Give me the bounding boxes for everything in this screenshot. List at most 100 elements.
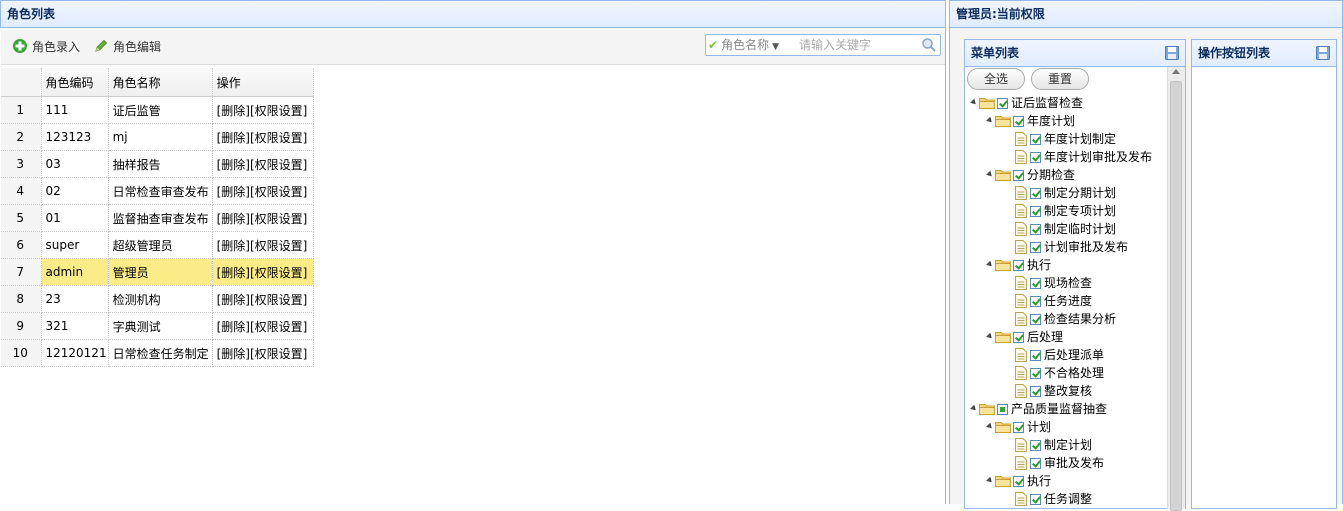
table-row[interactable]: 10 12120121 日常检查任务制定 [删除][权限设置] — [1, 339, 314, 367]
delete-link[interactable]: [删除] — [217, 320, 250, 334]
tree-leaf-node[interactable]: 年度计划审批及发布 — [1015, 148, 1152, 166]
tree-checkbox[interactable] — [1013, 332, 1024, 343]
tree-leaf-node[interactable]: 整改复核 — [1015, 382, 1092, 400]
tree-leaf-node[interactable]: 制定临时计划 — [1015, 220, 1116, 238]
tree-leaf-node[interactable]: 制定专项计划 — [1015, 202, 1116, 220]
tree-leaf-node[interactable]: 年度计划制定 — [1015, 130, 1116, 148]
scrollbar-thumb[interactable] — [1170, 81, 1182, 511]
save-icon[interactable] — [1165, 46, 1179, 60]
tree-checkbox[interactable] — [1030, 134, 1041, 145]
tree-checkbox[interactable] — [1030, 386, 1041, 397]
permission-settings-link[interactable]: [权限设置] — [250, 104, 307, 118]
tree-folder-node[interactable]: 执行 — [985, 256, 1051, 274]
tree-checkbox[interactable] — [1030, 188, 1041, 199]
delete-link[interactable]: [删除] — [217, 266, 250, 280]
table-row[interactable]: 8 23 检测机构 [删除][权限设置] — [1, 285, 314, 313]
tree-checkbox[interactable] — [1030, 350, 1041, 361]
permission-settings-link[interactable]: [权限设置] — [250, 266, 307, 280]
tree-folder-node[interactable]: 产品质量监督抽查 — [969, 400, 1107, 418]
tree-leaf-node[interactable]: 后处理派单 — [1015, 346, 1104, 364]
tree-leaf-node[interactable]: 任务进度 — [1015, 292, 1092, 310]
tree-leaf-node[interactable]: 制定计划 — [1015, 436, 1092, 454]
table-row[interactable]: 7 admin 管理员 [删除][权限设置] — [1, 258, 314, 286]
expand-toggle-icon[interactable] — [985, 256, 995, 274]
tree-checkbox[interactable] — [997, 98, 1008, 109]
expand-toggle-icon[interactable] — [985, 472, 995, 490]
tree-checkbox[interactable] — [1013, 116, 1024, 127]
tree-checkbox[interactable] — [1030, 314, 1041, 325]
column-header-actions[interactable]: 操作 — [212, 68, 314, 97]
tree-checkbox[interactable] — [1030, 224, 1041, 235]
delete-link[interactable]: [删除] — [217, 212, 250, 226]
tree-checkbox[interactable] — [1013, 476, 1024, 487]
table-row[interactable]: 2 123123 mj [删除][权限设置] — [1, 123, 314, 151]
column-header-name[interactable]: 角色名称 — [108, 68, 213, 97]
search-field-dropdown[interactable]: ✔ 角色名称 ▼ — [708, 35, 779, 55]
tree-leaf-node[interactable]: 审批及发布 — [1015, 454, 1104, 472]
tree-folder-node[interactable]: 年度计划 — [985, 112, 1075, 130]
permission-settings-link[interactable]: [权限设置] — [250, 131, 307, 145]
tree-checkbox[interactable] — [1030, 458, 1041, 469]
table-row[interactable]: 9 321 字典测试 [删除][权限设置] — [1, 312, 314, 340]
tree-checkbox[interactable] — [1030, 368, 1041, 379]
tree-folder-node[interactable]: 计划 — [985, 418, 1051, 436]
delete-link[interactable]: [删除] — [217, 185, 250, 199]
permission-settings-link[interactable]: [权限设置] — [250, 320, 307, 334]
tree-folder-node[interactable]: 后处理 — [985, 328, 1063, 346]
document-icon — [1015, 150, 1027, 164]
expand-toggle-icon[interactable] — [985, 418, 995, 436]
table-row[interactable]: 4 02 日常检查审查发布 [删除][权限设置] — [1, 177, 314, 205]
tree-folder-node[interactable]: 执行 — [985, 472, 1051, 490]
permission-settings-link[interactable]: [权限设置] — [250, 239, 307, 253]
tree-checkbox[interactable] — [1030, 242, 1041, 253]
expand-toggle-icon[interactable] — [969, 94, 979, 112]
permission-settings-link[interactable]: [权限设置] — [250, 347, 307, 361]
delete-link[interactable]: [删除] — [217, 158, 250, 172]
tree-checkbox[interactable] — [1030, 494, 1041, 505]
search-input[interactable] — [799, 36, 917, 53]
tree-checkbox[interactable] — [1030, 440, 1041, 451]
tree-leaf-node[interactable]: 制定分期计划 — [1015, 184, 1116, 202]
expand-toggle-icon[interactable] — [969, 400, 979, 418]
reset-button[interactable]: 重置 — [1031, 68, 1089, 90]
tree-checkbox[interactable] — [1030, 152, 1041, 163]
tree-checkbox[interactable] — [1030, 296, 1041, 307]
tree-leaf-node[interactable]: 现场检查 — [1015, 274, 1092, 292]
tree-checkbox[interactable] — [1013, 170, 1024, 181]
delete-link[interactable]: [删除] — [217, 293, 250, 307]
permission-settings-link[interactable]: [权限设置] — [250, 293, 307, 307]
tree-checkbox[interactable] — [1013, 422, 1024, 433]
delete-link[interactable]: [删除] — [217, 239, 250, 253]
table-row[interactable]: 1 111 证后监管 [删除][权限设置] — [1, 96, 314, 124]
tree-leaf-node[interactable]: 任务调整 — [1015, 490, 1092, 508]
expand-toggle-icon[interactable] — [985, 328, 995, 346]
table-row[interactable]: 6 super 超级管理员 [删除][权限设置] — [1, 231, 314, 259]
table-row[interactable]: 3 03 抽样报告 [删除][权限设置] — [1, 150, 314, 178]
tree-checkbox[interactable] — [1013, 260, 1024, 271]
column-header-code[interactable]: 角色编码 — [41, 68, 109, 97]
table-row[interactable]: 5 01 监督抽查审查发布 [删除][权限设置] — [1, 204, 314, 232]
tree-folder-node[interactable]: 证后监督检查 — [969, 94, 1083, 112]
expand-toggle-icon[interactable] — [985, 166, 995, 184]
edit-role-button[interactable]: 角色编辑 — [93, 38, 161, 56]
delete-link[interactable]: [删除] — [217, 131, 250, 145]
add-role-button[interactable]: 角色录入 — [12, 38, 80, 56]
save-icon[interactable] — [1316, 46, 1330, 60]
tree-checkbox[interactable] — [1030, 278, 1041, 289]
tree-checkbox[interactable] — [997, 404, 1008, 415]
scroll-up-arrow-icon[interactable] — [1172, 69, 1180, 74]
tree-leaf-node[interactable]: 不合格处理 — [1015, 364, 1104, 382]
permission-settings-link[interactable]: [权限设置] — [250, 185, 307, 199]
delete-link[interactable]: [删除] — [217, 347, 250, 361]
expand-toggle-icon[interactable] — [985, 112, 995, 130]
delete-link[interactable]: [删除] — [217, 104, 250, 118]
permission-settings-link[interactable]: [权限设置] — [250, 212, 307, 226]
tree-folder-node[interactable]: 分期检查 — [985, 166, 1075, 184]
tree-scrollbar[interactable] — [1167, 67, 1185, 511]
select-all-button[interactable]: 全选 — [967, 68, 1025, 90]
tree-leaf-node[interactable]: 检查结果分析 — [1015, 310, 1116, 328]
tree-leaf-node[interactable]: 计划审批及发布 — [1015, 238, 1128, 256]
tree-checkbox[interactable] — [1030, 206, 1041, 217]
search-icon[interactable] — [921, 37, 937, 53]
permission-settings-link[interactable]: [权限设置] — [250, 158, 307, 172]
